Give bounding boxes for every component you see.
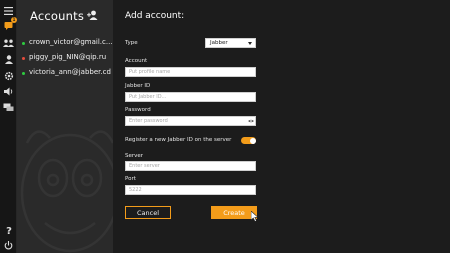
type-value: Jabber	[210, 40, 228, 46]
app-window: 1 ? Accounts crown_victor@gmail.c... pig…	[0, 0, 450, 253]
register-label: Register a new Jabber ID on the server	[125, 137, 232, 143]
port-label: Port	[125, 176, 136, 182]
account-input[interactable]	[125, 67, 256, 77]
status-indicator	[22, 42, 25, 45]
account-label: Account	[125, 58, 148, 64]
type-label: Type	[125, 40, 138, 46]
form-title: Add account:	[125, 11, 185, 21]
password-input[interactable]	[125, 116, 256, 126]
password-label: Password	[125, 107, 151, 113]
accounts-panel: Accounts crown_victor@gmail.c... piggy_p…	[17, 0, 113, 253]
account-list: crown_victor@gmail.c... piggy_pig_NIN@qi…	[17, 36, 113, 81]
chats-icon[interactable]: 1	[3, 17, 17, 31]
mouse-cursor-icon	[251, 211, 259, 222]
chat-history-icon[interactable]	[3, 102, 14, 113]
cancel-button[interactable]: Cancel	[125, 206, 171, 219]
server-input[interactable]	[125, 161, 256, 171]
add-account-icon[interactable]	[87, 10, 98, 20]
chevron-down-icon	[248, 42, 252, 45]
account-name: victoria_ann@jabber.cd	[29, 68, 111, 76]
settings-icon[interactable]	[3, 70, 14, 81]
status-indicator	[22, 72, 25, 75]
mascot-watermark	[20, 130, 113, 253]
accounts-title: Accounts	[30, 9, 85, 23]
jabber-id-input[interactable]	[125, 92, 256, 102]
account-item[interactable]: victoria_ann@jabber.cd	[17, 66, 113, 81]
contacts-icon[interactable]	[3, 37, 14, 48]
account-item[interactable]: piggy_pig_NIN@qip.ru	[17, 51, 113, 66]
power-icon[interactable]	[3, 240, 14, 251]
sound-icon[interactable]	[3, 86, 14, 97]
help-icon[interactable]: ?	[3, 224, 14, 235]
icon-rail: 1 ?	[0, 0, 17, 253]
menu-icon[interactable]	[3, 5, 14, 16]
svg-text:?: ?	[6, 226, 12, 235]
account-item[interactable]: crown_victor@gmail.c...	[17, 36, 113, 51]
account-name: crown_victor@gmail.c...	[29, 38, 113, 46]
account-name: piggy_pig_NIN@qip.ru	[29, 53, 107, 61]
eye-icon[interactable]	[248, 119, 254, 123]
toggle-knob	[249, 137, 256, 144]
port-input[interactable]	[125, 185, 256, 195]
add-account-form: Add account: Type Jabber Account Jabber …	[113, 0, 450, 253]
jabber-id-label: Jabber ID	[125, 83, 151, 89]
register-toggle[interactable]	[241, 137, 256, 144]
status-indicator	[22, 57, 25, 60]
type-select[interactable]: Jabber	[205, 38, 256, 48]
server-label: Server	[125, 153, 144, 159]
profile-icon[interactable]	[3, 54, 14, 65]
